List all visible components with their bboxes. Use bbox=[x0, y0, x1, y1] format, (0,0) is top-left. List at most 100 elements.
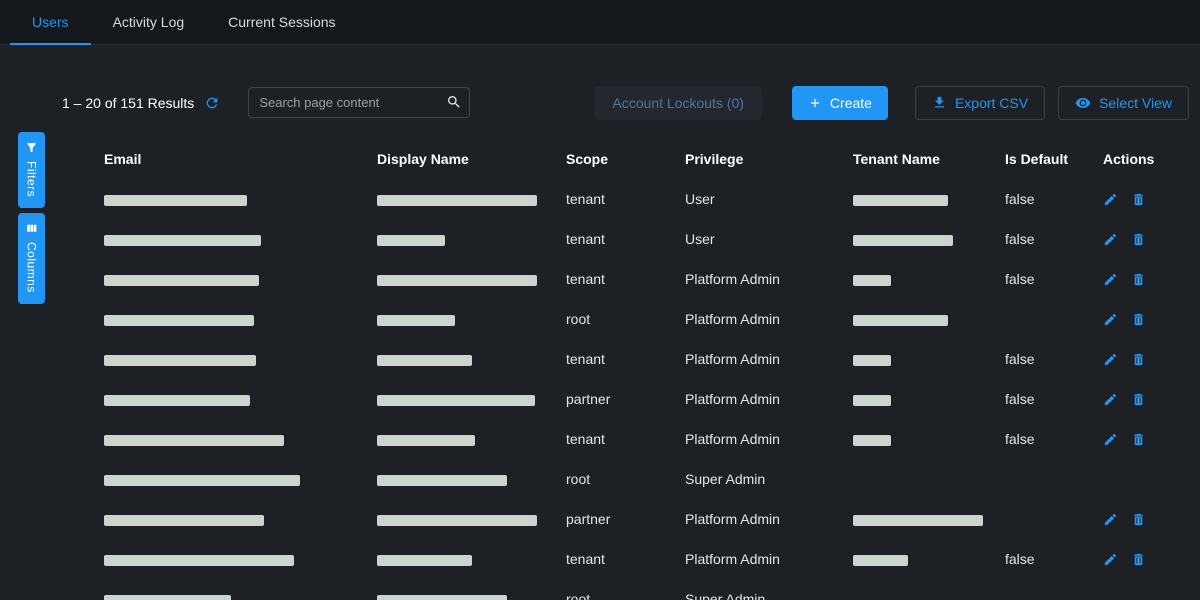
email-cell bbox=[86, 191, 359, 207]
tenant-redacted bbox=[853, 395, 891, 406]
filters-side-tab[interactable]: Filters bbox=[18, 132, 45, 208]
table-header: Email Display Name Scope Privilege Tenan… bbox=[86, 139, 1176, 179]
tenant-redacted bbox=[853, 235, 953, 246]
is-default-cell: false bbox=[987, 231, 1085, 247]
export-csv-label: Export CSV bbox=[955, 95, 1028, 111]
tenant-redacted bbox=[853, 195, 948, 206]
col-tenant-name: Tenant Name bbox=[835, 151, 987, 167]
email-cell bbox=[86, 511, 359, 527]
account-lockouts-button[interactable]: Account Lockouts (0) bbox=[594, 86, 762, 120]
col-email: Email bbox=[86, 151, 359, 167]
display-name-redacted bbox=[377, 475, 507, 486]
delete-icon[interactable] bbox=[1131, 272, 1146, 287]
edit-icon[interactable] bbox=[1103, 512, 1118, 527]
table-row: tenant Platform Admin false bbox=[86, 339, 1176, 379]
filters-side-tab-label: Filters bbox=[25, 161, 39, 197]
email-cell bbox=[86, 471, 359, 487]
delete-icon[interactable] bbox=[1131, 512, 1146, 527]
delete-icon[interactable] bbox=[1131, 192, 1146, 207]
edit-icon[interactable] bbox=[1103, 552, 1118, 567]
search-icon bbox=[446, 94, 462, 110]
plus-icon bbox=[808, 96, 822, 110]
display-name-cell bbox=[359, 311, 548, 327]
columns-icon bbox=[25, 222, 38, 235]
display-name-cell bbox=[359, 591, 548, 600]
privilege-cell: Platform Admin bbox=[667, 511, 835, 527]
edit-icon[interactable] bbox=[1103, 232, 1118, 247]
actions-cell bbox=[1085, 312, 1176, 327]
scope-cell: partner bbox=[548, 391, 667, 407]
privilege-cell: Super Admin bbox=[667, 471, 835, 487]
delete-icon[interactable] bbox=[1131, 232, 1146, 247]
table-row: partner Platform Admin false bbox=[86, 379, 1176, 419]
scope-cell: tenant bbox=[548, 431, 667, 447]
columns-side-tab[interactable]: Columns bbox=[18, 213, 45, 304]
delete-icon[interactable] bbox=[1131, 552, 1146, 567]
search-input[interactable] bbox=[248, 87, 470, 118]
is-default-cell: false bbox=[987, 191, 1085, 207]
delete-icon[interactable] bbox=[1131, 312, 1146, 327]
privilege-cell: Platform Admin bbox=[667, 271, 835, 287]
display-name-redacted bbox=[377, 595, 507, 600]
filter-icon bbox=[25, 141, 38, 154]
is-default-cell: false bbox=[987, 391, 1085, 407]
toolbar: 1 – 20 of 151 Results Account Lockouts (… bbox=[0, 45, 1200, 125]
col-scope: Scope bbox=[548, 151, 667, 167]
email-redacted bbox=[104, 315, 254, 326]
email-redacted bbox=[104, 595, 231, 600]
tenant-cell bbox=[835, 391, 987, 407]
scope-cell: root bbox=[548, 471, 667, 487]
delete-icon[interactable] bbox=[1131, 352, 1146, 367]
email-cell bbox=[86, 591, 359, 600]
edit-icon[interactable] bbox=[1103, 432, 1118, 447]
display-name-cell bbox=[359, 511, 548, 527]
display-name-redacted bbox=[377, 555, 472, 566]
create-button[interactable]: Create bbox=[792, 86, 888, 120]
actions-cell bbox=[1085, 272, 1176, 287]
select-view-button[interactable]: Select View bbox=[1058, 86, 1189, 120]
scope-cell: root bbox=[548, 591, 667, 600]
email-redacted bbox=[104, 395, 250, 406]
privilege-cell: User bbox=[667, 231, 835, 247]
actions-cell bbox=[1085, 552, 1176, 567]
delete-icon[interactable] bbox=[1131, 432, 1146, 447]
col-is-default: Is Default bbox=[987, 151, 1085, 167]
display-name-redacted bbox=[377, 355, 472, 366]
edit-icon[interactable] bbox=[1103, 272, 1118, 287]
tab-activity-log[interactable]: Activity Log bbox=[91, 0, 207, 44]
display-name-redacted bbox=[377, 395, 535, 406]
display-name-cell bbox=[359, 191, 548, 207]
table-row: tenant Platform Admin false bbox=[86, 539, 1176, 579]
actions-cell bbox=[1085, 392, 1176, 407]
email-redacted bbox=[104, 435, 284, 446]
actions-cell bbox=[1085, 192, 1176, 207]
tenant-cell bbox=[835, 351, 987, 367]
edit-icon[interactable] bbox=[1103, 392, 1118, 407]
tenant-cell bbox=[835, 551, 987, 567]
display-name-cell bbox=[359, 391, 548, 407]
scope-cell: partner bbox=[548, 511, 667, 527]
email-redacted bbox=[104, 555, 294, 566]
edit-icon[interactable] bbox=[1103, 352, 1118, 367]
is-default-cell: false bbox=[987, 551, 1085, 567]
columns-side-tab-label: Columns bbox=[25, 242, 39, 293]
edit-icon[interactable] bbox=[1103, 192, 1118, 207]
delete-icon[interactable] bbox=[1131, 392, 1146, 407]
table-row: tenant Platform Admin false bbox=[86, 259, 1176, 299]
export-csv-button[interactable]: Export CSV bbox=[915, 86, 1045, 120]
tenant-cell bbox=[835, 431, 987, 447]
email-cell bbox=[86, 231, 359, 247]
users-table: Email Display Name Scope Privilege Tenan… bbox=[86, 139, 1176, 600]
tenant-redacted bbox=[853, 355, 891, 366]
refresh-icon[interactable] bbox=[204, 95, 220, 111]
display-name-redacted bbox=[377, 315, 455, 326]
edit-icon[interactable] bbox=[1103, 312, 1118, 327]
actions-cell bbox=[1085, 352, 1176, 367]
display-name-cell bbox=[359, 551, 548, 567]
tenant-redacted bbox=[853, 555, 908, 566]
display-name-cell bbox=[359, 471, 548, 487]
screen: Users Activity Log Current Sessions 1 – … bbox=[0, 0, 1200, 600]
tab-users[interactable]: Users bbox=[10, 0, 91, 44]
email-redacted bbox=[104, 355, 256, 366]
tab-current-sessions[interactable]: Current Sessions bbox=[206, 0, 357, 44]
